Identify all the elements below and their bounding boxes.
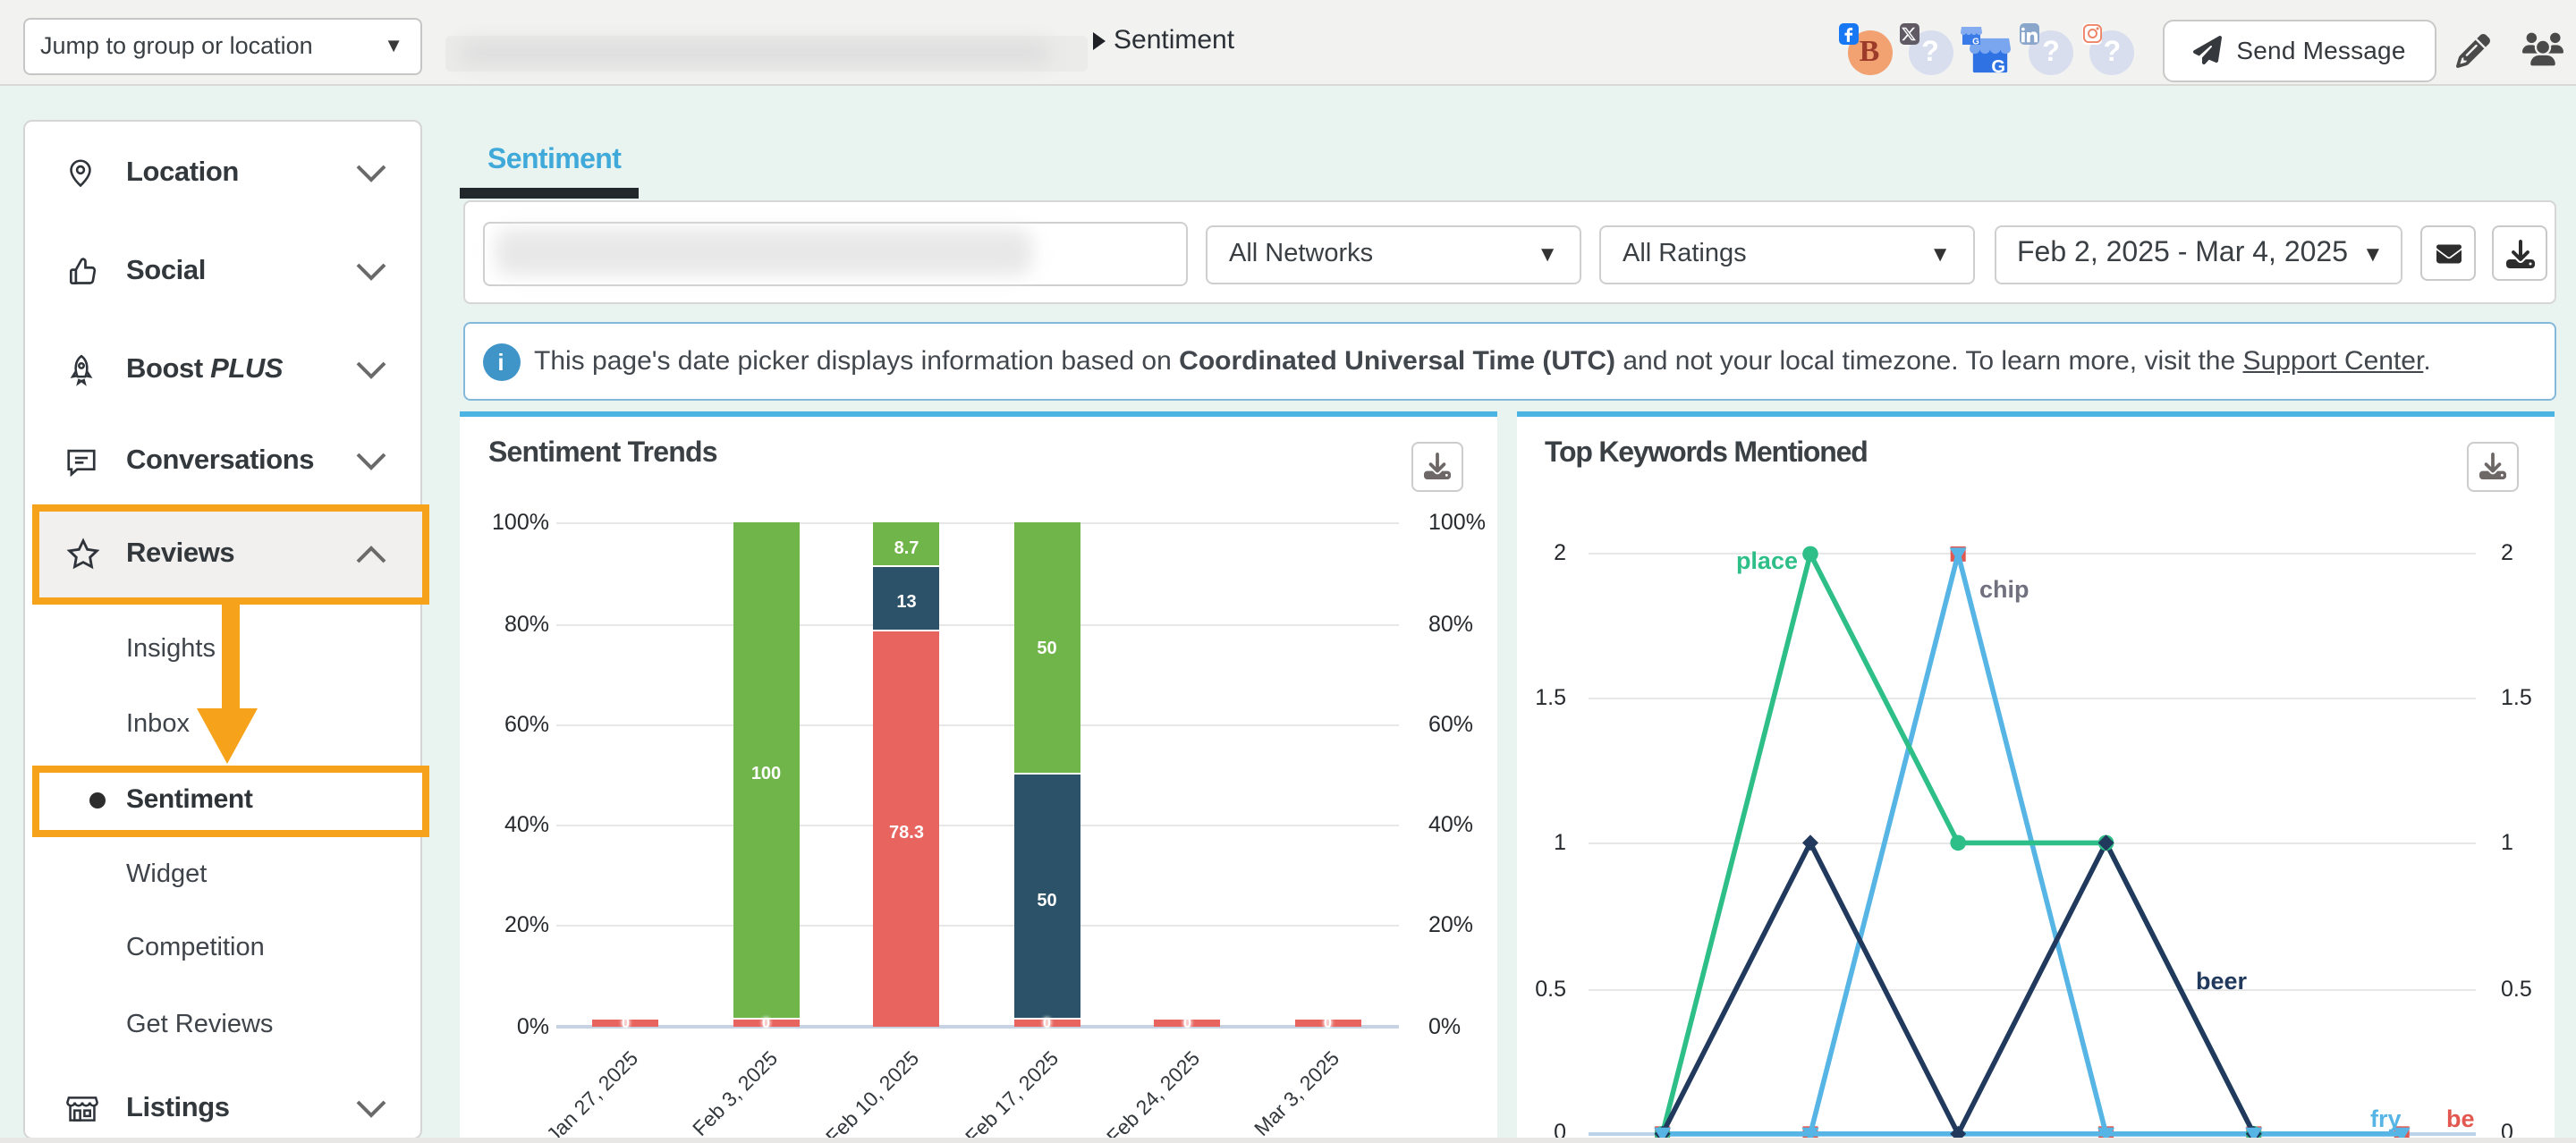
svg-text:G: G — [1991, 56, 2005, 76]
svg-text:G: G — [1971, 38, 1979, 47]
